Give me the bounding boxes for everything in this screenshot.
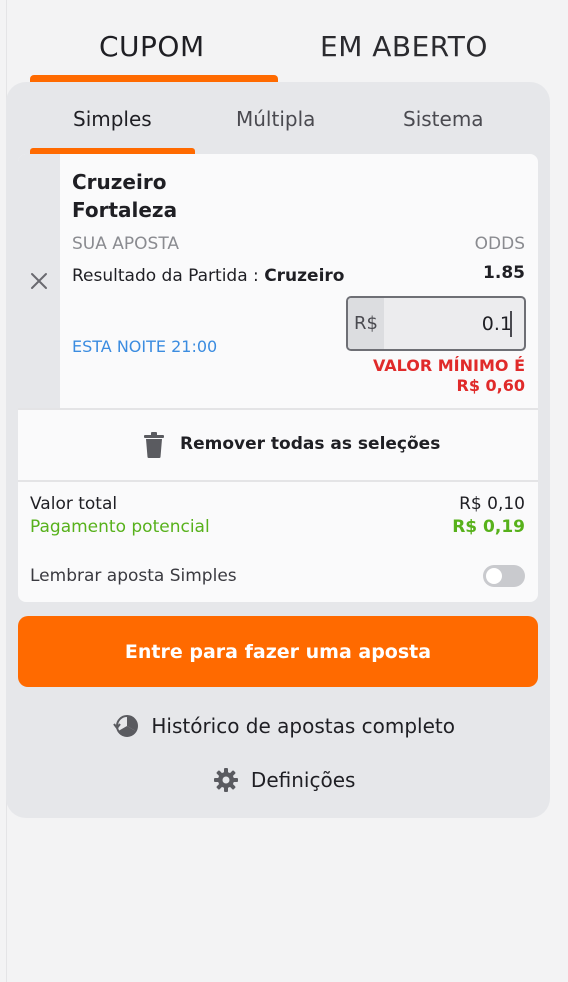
event-time: ESTA NOITE 21:00 [72,337,218,356]
tab-simple[interactable]: Simples [73,107,152,131]
stake-input[interactable] [386,298,512,349]
gear-icon [213,767,238,792]
remember-simple-label: Lembrar aposta Simples [30,566,237,586]
divider [18,480,538,482]
login-to-bet-button[interactable]: Entre para fazer uma aposta [18,616,538,687]
min-stake-warning: VALOR MÍNIMO É R$ 0,60 [373,356,525,396]
home-team: Cruzeiro [72,170,167,194]
tab-coupon[interactable]: CUPOM [99,30,205,63]
trash-icon [144,432,164,458]
market-name: Resultado da Partida : [72,266,259,286]
selection-card: Cruzeiro Fortaleza SUA APOSTA ODDS Resul… [18,154,538,602]
top-tabs: CUPOM EM ABERTO [30,0,530,82]
tab-open-bets[interactable]: EM ABERTO [320,30,488,63]
text-cursor [510,311,512,337]
bet-history-link[interactable]: Histórico de apostas completo [0,714,568,741]
odds-label: ODDS [474,234,525,254]
close-icon [31,273,47,289]
stake-field[interactable]: R$ [346,296,526,351]
away-team: Fortaleza [72,198,178,222]
history-icon [113,714,138,737]
min-stake-warning-line1: VALOR MÍNIMO É [372,356,525,375]
tab-system[interactable]: Sistema [403,107,484,131]
toggle-knob [486,568,502,584]
remember-simple-toggle[interactable] [483,565,525,587]
market-pick: Cruzeiro [264,266,345,286]
settings-label: Definições [250,768,356,792]
total-stake-value: R$ 0,10 [459,494,525,514]
your-bet-label: SUA APOSTA [72,234,180,254]
tab-multiple[interactable]: Múltipla [236,107,315,131]
potential-payout-value: R$ 0,19 [452,517,525,537]
remove-all-selections-button[interactable]: Remover todas as seleções [18,410,538,480]
potential-payout-label: Pagamento potencial [30,517,210,537]
remove-all-label: Remover todas as seleções [180,434,441,454]
settings-link[interactable]: Definições [0,767,568,795]
total-stake-label: Valor total [30,494,118,514]
market-line: Resultado da Partida : Cruzeiro [72,266,344,286]
min-stake-warning-line2: R$ 0,60 [456,376,526,395]
odds-value: 1.85 [483,263,525,283]
remove-selection-button[interactable] [28,266,50,296]
bet-history-label: Histórico de apostas completo [151,714,455,738]
tab-coupon-active-indicator [30,75,278,82]
stake-currency: R$ [348,298,384,349]
